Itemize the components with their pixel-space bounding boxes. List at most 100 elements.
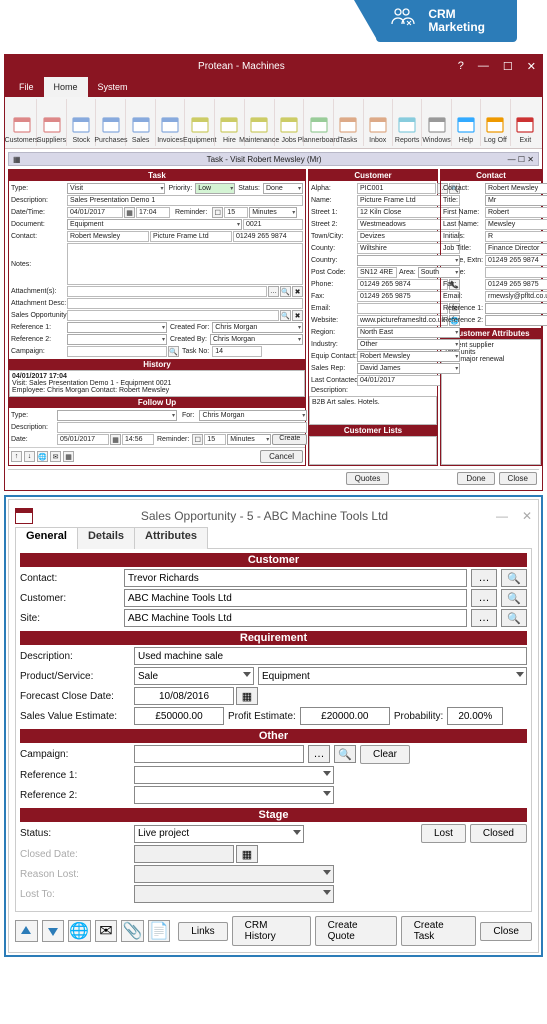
search-icon[interactable]: 🔍 bbox=[501, 589, 527, 607]
ribbon-equipment[interactable]: Equipment bbox=[185, 99, 215, 146]
close-icon[interactable]: ✕ bbox=[527, 60, 536, 73]
maximize-icon[interactable]: ☐ bbox=[503, 60, 513, 73]
clear-button[interactable]: Clear bbox=[360, 745, 410, 764]
crm-history-button[interactable]: CRM History bbox=[232, 916, 311, 946]
help-icon[interactable]: ? bbox=[458, 60, 464, 73]
prod-select[interactable]: Sale bbox=[134, 667, 254, 685]
reminder-checkbox[interactable]: ☐ bbox=[212, 207, 223, 218]
calendar-icon[interactable]: ▦ bbox=[110, 434, 121, 445]
fu-reminder-unit[interactable]: Minutes bbox=[227, 434, 271, 445]
lost-button[interactable]: Lost bbox=[421, 824, 466, 843]
quotes-button[interactable]: Quotes bbox=[346, 472, 390, 485]
cust2-input[interactable]: ABC Machine Tools Ltd bbox=[124, 589, 467, 607]
contact-input[interactable]: Robert Mewsley bbox=[67, 231, 149, 242]
ec-input[interactable]: Robert Mewsley bbox=[357, 351, 460, 362]
clear-icon[interactable]: ✖ bbox=[292, 310, 303, 321]
or1-input[interactable] bbox=[134, 766, 334, 784]
ribbon-log-off[interactable]: Log Off bbox=[481, 99, 510, 146]
cr2-input[interactable] bbox=[485, 315, 547, 326]
status2-select[interactable]: Live project bbox=[134, 825, 304, 843]
clear-icon[interactable]: ✖ bbox=[292, 286, 303, 297]
cancel-button[interactable]: Cancel bbox=[260, 450, 303, 463]
status-select[interactable]: Done bbox=[263, 183, 303, 194]
cfax-input[interactable]: 01249 265 9875 bbox=[485, 279, 547, 290]
document-select[interactable]: Equipment bbox=[67, 219, 242, 230]
pe-input[interactable]: £20000.00 bbox=[300, 707, 390, 725]
campaign-input[interactable] bbox=[67, 346, 167, 357]
ocamp-input[interactable] bbox=[134, 745, 304, 763]
fcd-input[interactable]: 10/08/2016 bbox=[134, 687, 234, 705]
ribbon-purchases[interactable]: Purchases bbox=[96, 99, 126, 146]
area-input[interactable]: South bbox=[418, 267, 460, 278]
ribbon-exit[interactable]: Exit bbox=[511, 99, 540, 146]
ribbon-sales[interactable]: Sales bbox=[126, 99, 155, 146]
ct-input[interactable]: Mr bbox=[485, 195, 547, 206]
more-icon[interactable]: … bbox=[268, 286, 279, 297]
globe-icon[interactable]: 🌐 bbox=[68, 920, 91, 942]
rdesc-input[interactable]: Used machine sale bbox=[134, 647, 527, 665]
fu-time-input[interactable]: 14:56 bbox=[122, 434, 154, 445]
mail-icon[interactable]: ✉ bbox=[95, 920, 118, 942]
ribbon-plannerboard[interactable]: Plannerboard bbox=[304, 99, 334, 146]
time-input[interactable]: 17:04 bbox=[136, 207, 170, 218]
ref2-input[interactable] bbox=[67, 334, 167, 345]
document-no[interactable]: 0021 bbox=[243, 219, 303, 230]
reminder-unit[interactable]: Minutes bbox=[249, 207, 297, 218]
ribbon-stock[interactable]: Stock bbox=[67, 99, 96, 146]
arrow-up-icon[interactable]: ↑ bbox=[11, 451, 22, 462]
calendar-icon[interactable]: ▦ bbox=[124, 207, 135, 218]
minimize-icon[interactable]: — bbox=[496, 509, 508, 523]
closed-button[interactable]: Closed bbox=[470, 824, 527, 843]
tab-details[interactable]: Details bbox=[77, 527, 135, 549]
description-input[interactable]: Sales Presentation Demo 1 bbox=[67, 195, 303, 206]
email-input[interactable] bbox=[357, 303, 448, 314]
prod2-select[interactable]: Equipment bbox=[258, 667, 527, 685]
more-icon[interactable]: … bbox=[308, 745, 330, 763]
ribbon-reports[interactable]: Reports bbox=[393, 99, 422, 146]
lc-input[interactable]: 04/01/2017 bbox=[357, 375, 448, 386]
attachment-input[interactable] bbox=[67, 286, 267, 297]
close-icon[interactable]: ✕ bbox=[522, 509, 532, 523]
site2-input[interactable]: ABC Machine Tools Ltd bbox=[124, 609, 467, 627]
close2-button[interactable]: Close bbox=[480, 922, 532, 941]
in-input[interactable]: R bbox=[485, 231, 547, 242]
contact2-input[interactable]: Trevor Richards bbox=[124, 569, 467, 587]
doc-close-icon[interactable]: ✕ bbox=[527, 155, 534, 164]
or2-input[interactable] bbox=[134, 786, 334, 804]
arrow-down-icon[interactable] bbox=[42, 920, 65, 942]
search-icon[interactable]: 🔍 bbox=[280, 286, 291, 297]
more-icon[interactable]: … bbox=[471, 609, 497, 627]
fu-reminder-val[interactable]: 15 bbox=[204, 434, 226, 445]
pc-input[interactable]: SN12 4RE bbox=[357, 267, 397, 278]
doc-icon[interactable]: 📄 bbox=[148, 920, 171, 942]
menu-file[interactable]: File bbox=[9, 77, 44, 97]
globe-icon[interactable]: 🌐 bbox=[37, 451, 48, 462]
sr-input[interactable]: David James bbox=[357, 363, 460, 374]
cr1-input[interactable] bbox=[485, 303, 547, 314]
ext-input[interactable]: 01249 265 9874 bbox=[485, 255, 547, 266]
menu-home[interactable]: Home bbox=[44, 77, 88, 97]
phone-input[interactable]: 01249 265 9874 bbox=[357, 279, 448, 290]
ribbon-windows[interactable]: Windows bbox=[422, 99, 451, 146]
fu-date-input[interactable]: 05/01/2017 bbox=[57, 434, 109, 445]
prob-input[interactable]: 20.00% bbox=[447, 707, 503, 725]
ribbon-customers[interactable]: Customers bbox=[7, 99, 37, 146]
search-icon[interactable]: 🔍 bbox=[280, 310, 291, 321]
mob-input[interactable] bbox=[485, 267, 547, 278]
attachment-desc-input[interactable] bbox=[67, 298, 303, 309]
ln-input[interactable]: Mewsley bbox=[485, 219, 547, 230]
ribbon-invoices[interactable]: Invoices bbox=[156, 99, 185, 146]
search-icon[interactable]: 🔍 bbox=[501, 569, 527, 587]
doc-minimize-icon[interactable]: — bbox=[508, 155, 516, 164]
search-icon[interactable]: 🔍 bbox=[168, 346, 179, 357]
attach-icon[interactable]: 📎 bbox=[121, 920, 144, 942]
ribbon-maintenance[interactable]: Maintenance bbox=[245, 99, 275, 146]
calendar-icon[interactable]: ▦ bbox=[236, 687, 258, 705]
contact-phone[interactable]: 01249 265 9874 bbox=[233, 231, 303, 242]
country-input[interactable] bbox=[357, 255, 460, 266]
close-button[interactable]: Close bbox=[499, 472, 537, 485]
type-select[interactable]: Visit bbox=[67, 183, 165, 194]
arrow-down-icon[interactable]: ↓ bbox=[24, 451, 35, 462]
links-button[interactable]: Links bbox=[178, 922, 227, 941]
cc-input[interactable]: Robert Mewsley bbox=[485, 183, 547, 194]
